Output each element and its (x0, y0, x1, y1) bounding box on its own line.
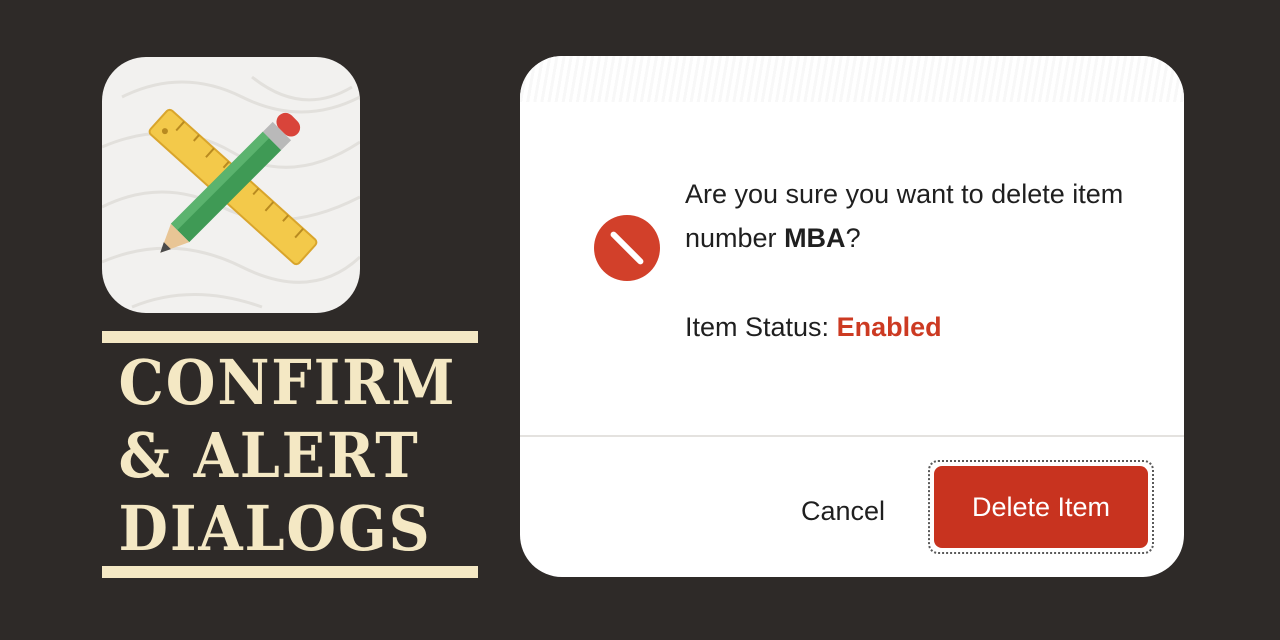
item-number: MBA (784, 223, 846, 253)
item-status: Item Status: Enabled (685, 305, 942, 349)
dialog-divider (520, 435, 1184, 437)
title-line-2: & ALERT (118, 419, 420, 492)
blocked-icon (594, 215, 660, 281)
delete-item-button[interactable]: Delete Item (934, 466, 1148, 548)
dialog-header-texture (520, 56, 1184, 102)
cancel-button[interactable]: Cancel (778, 486, 908, 536)
status-label: Item Status: (685, 312, 837, 342)
dialog-message: Are you sure you want to delete item num… (685, 172, 1155, 260)
confirm-dialog: Are you sure you want to delete item num… (520, 56, 1184, 577)
pencil-and-ruler-icon (102, 75, 360, 309)
delete-item-button-focus-ring: Delete Item (928, 460, 1154, 554)
message-prefix: Are you sure you want to delete item num… (685, 179, 1124, 253)
title-top-rule (102, 331, 478, 343)
title-bottom-rule (102, 566, 478, 578)
message-suffix: ? (845, 223, 861, 253)
title-line-3: DIALOGS (118, 492, 432, 565)
status-value: Enabled (836, 312, 942, 342)
title-line-1: CONFIRM (118, 346, 457, 419)
app-icon-tile (102, 57, 360, 313)
page-title: CONFIRM & ALERT DIALOGS (102, 350, 478, 562)
